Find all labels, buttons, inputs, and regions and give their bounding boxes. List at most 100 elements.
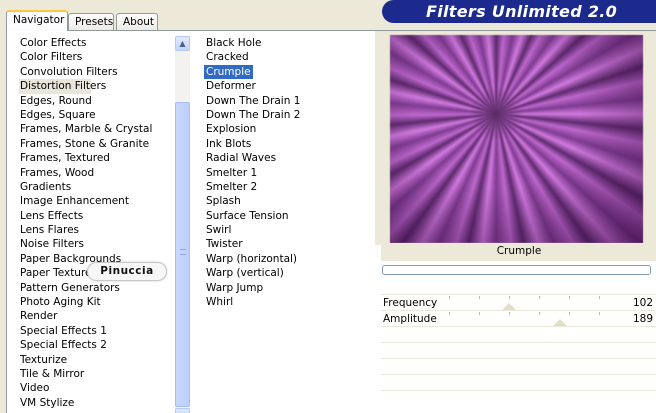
- filter-item[interactable]: Whirl: [204, 295, 235, 309]
- category-item[interactable]: Render: [19, 309, 179, 323]
- filter-item[interactable]: Smelter 1: [204, 166, 259, 180]
- slider-tick: [539, 312, 540, 315]
- filter-item[interactable]: Down The Drain 2: [204, 108, 302, 122]
- tab-navigator[interactable]: Navigator: [6, 10, 68, 31]
- category-item[interactable]: Frames, Stone & Granite: [19, 137, 179, 151]
- filter-item[interactable]: Warp (horizontal): [204, 252, 299, 266]
- category-item[interactable]: Color Filters: [19, 50, 179, 64]
- filter-row: Radial Waves: [204, 151, 314, 165]
- category-item[interactable]: Frames, Marble & Crystal: [19, 122, 179, 136]
- filter-item[interactable]: Surface Tension: [204, 209, 291, 223]
- filter-item[interactable]: Ink Blots: [204, 137, 253, 151]
- preview-filter-name: Crumple: [496, 245, 542, 257]
- category-item[interactable]: Frames, Wood: [19, 166, 179, 180]
- slider-empty: [381, 358, 656, 374]
- filter-row: Black Hole: [204, 36, 314, 50]
- category-item[interactable]: Gradients: [19, 180, 179, 194]
- category-item[interactable]: Special Effects 1: [19, 324, 179, 338]
- filter-row: Ink Blots: [204, 137, 314, 151]
- category-item[interactable]: VM Stylize: [19, 396, 179, 410]
- app-banner: Filters Unlimited 2.0: [382, 0, 656, 23]
- category-item[interactable]: Lens Flares: [19, 223, 179, 237]
- category-item[interactable]: Lens Effects: [19, 209, 179, 223]
- category-item[interactable]: Texturize: [19, 353, 179, 367]
- preview-shading: [390, 35, 643, 243]
- category-item[interactable]: Image Enhancement: [19, 194, 179, 208]
- filter-row: Splash: [204, 194, 314, 208]
- filter-item[interactable]: Warp Jump: [204, 281, 265, 295]
- filter-item[interactable]: Warp (vertical): [204, 266, 286, 280]
- slider-track[interactable]: [449, 311, 600, 327]
- progress-bar: [382, 265, 651, 275]
- slider-empty: [381, 326, 656, 342]
- category-item[interactable]: Edges, Round: [19, 94, 179, 108]
- category-item[interactable]: Tile & Mirror: [19, 367, 179, 381]
- category-item[interactable]: Color Effects: [19, 36, 179, 50]
- filter-row: Explosion: [204, 122, 314, 136]
- filter-item[interactable]: Crumple: [204, 64, 253, 80]
- category-item[interactable]: Convolution Filters: [19, 65, 179, 79]
- category-item[interactable]: Special Effects 2: [19, 338, 179, 352]
- slider-tick: [509, 296, 510, 299]
- chevron-up-icon: ▲: [179, 39, 186, 48]
- category-scrollbar[interactable]: ▲: [175, 36, 190, 413]
- scroll-thumb[interactable]: [175, 102, 190, 407]
- filter-row: Warp Jump: [204, 281, 314, 295]
- filter-row: Down The Drain 1: [204, 94, 314, 108]
- tab-about[interactable]: About: [116, 13, 158, 30]
- filter-row: Smelter 1: [204, 166, 314, 180]
- category-item[interactable]: Edges, Square: [19, 108, 179, 122]
- filter-item[interactable]: Explosion: [204, 122, 258, 136]
- filter-row: Warp (horizontal): [204, 252, 314, 266]
- scroll-down-button[interactable]: [175, 408, 190, 413]
- slider-tick: [569, 296, 570, 299]
- slider-tick: [449, 312, 450, 315]
- tab-presets[interactable]: Presets: [68, 13, 114, 30]
- slider-tick: [599, 312, 600, 315]
- slider-amplitude[interactable]: Amplitude 189: [381, 310, 656, 326]
- category-list: Color Effects Color Filters Convolution Fi…: [19, 36, 179, 410]
- slider-tick: [449, 296, 450, 299]
- slider-tick: [569, 312, 570, 315]
- filter-row: Whirl: [204, 295, 314, 309]
- grip-icon: [180, 249, 186, 255]
- filter-row: Cracked: [204, 50, 314, 64]
- slider-thumb[interactable]: [502, 303, 516, 310]
- slider-tick: [479, 296, 480, 299]
- filter-row: Smelter 2: [204, 180, 314, 194]
- filter-row: Down The Drain 2: [204, 108, 314, 122]
- slider-thumb[interactable]: [553, 319, 567, 326]
- scroll-up-button[interactable]: ▲: [175, 36, 190, 51]
- filter-item[interactable]: Smelter 2: [204, 180, 259, 194]
- navigator-panel: Color Effects Color Filters Convolution Fi…: [6, 30, 656, 413]
- category-item[interactable]: Noise Filters: [19, 237, 179, 251]
- progress-fill: [384, 267, 649, 273]
- filter-item[interactable]: Splash: [204, 194, 243, 208]
- slider-frequency[interactable]: Frequency 102: [381, 294, 656, 310]
- slider-track[interactable]: [449, 295, 600, 311]
- filter-item[interactable]: Black Hole: [204, 36, 263, 50]
- category-item[interactable]: Frames, Textured: [19, 151, 179, 165]
- filter-item[interactable]: Twister: [204, 237, 245, 251]
- filter-list: Black Hole Cracked Crumple Deformer Down The…: [204, 36, 314, 309]
- slider-label: Frequency: [383, 297, 438, 309]
- filter-item[interactable]: Down The Drain 1: [204, 94, 302, 108]
- filter-item[interactable]: Deformer: [204, 79, 258, 93]
- slider-value: 189: [632, 313, 653, 325]
- slider-tick: [479, 312, 480, 315]
- filter-item[interactable]: Radial Waves: [204, 151, 278, 165]
- filter-row: Twister: [204, 237, 314, 251]
- slider-empty: [381, 374, 656, 390]
- slider-value: 102: [632, 297, 653, 309]
- category-item[interactable]: Pattern Generators: [19, 281, 179, 295]
- slider-empty: [381, 390, 656, 406]
- slider-empty: [381, 342, 656, 358]
- category-item[interactable]: Photo Aging Kit: [19, 295, 179, 309]
- filter-row: Surface Tension: [204, 209, 314, 223]
- filter-item[interactable]: Swirl: [204, 223, 233, 237]
- filter-row: Deformer: [204, 79, 314, 93]
- category-item[interactable]: Distortion Filters: [19, 79, 106, 94]
- watermark-stamp: Pinuccia: [87, 262, 167, 281]
- category-item[interactable]: Video: [19, 381, 179, 395]
- filter-item[interactable]: Cracked: [204, 50, 251, 64]
